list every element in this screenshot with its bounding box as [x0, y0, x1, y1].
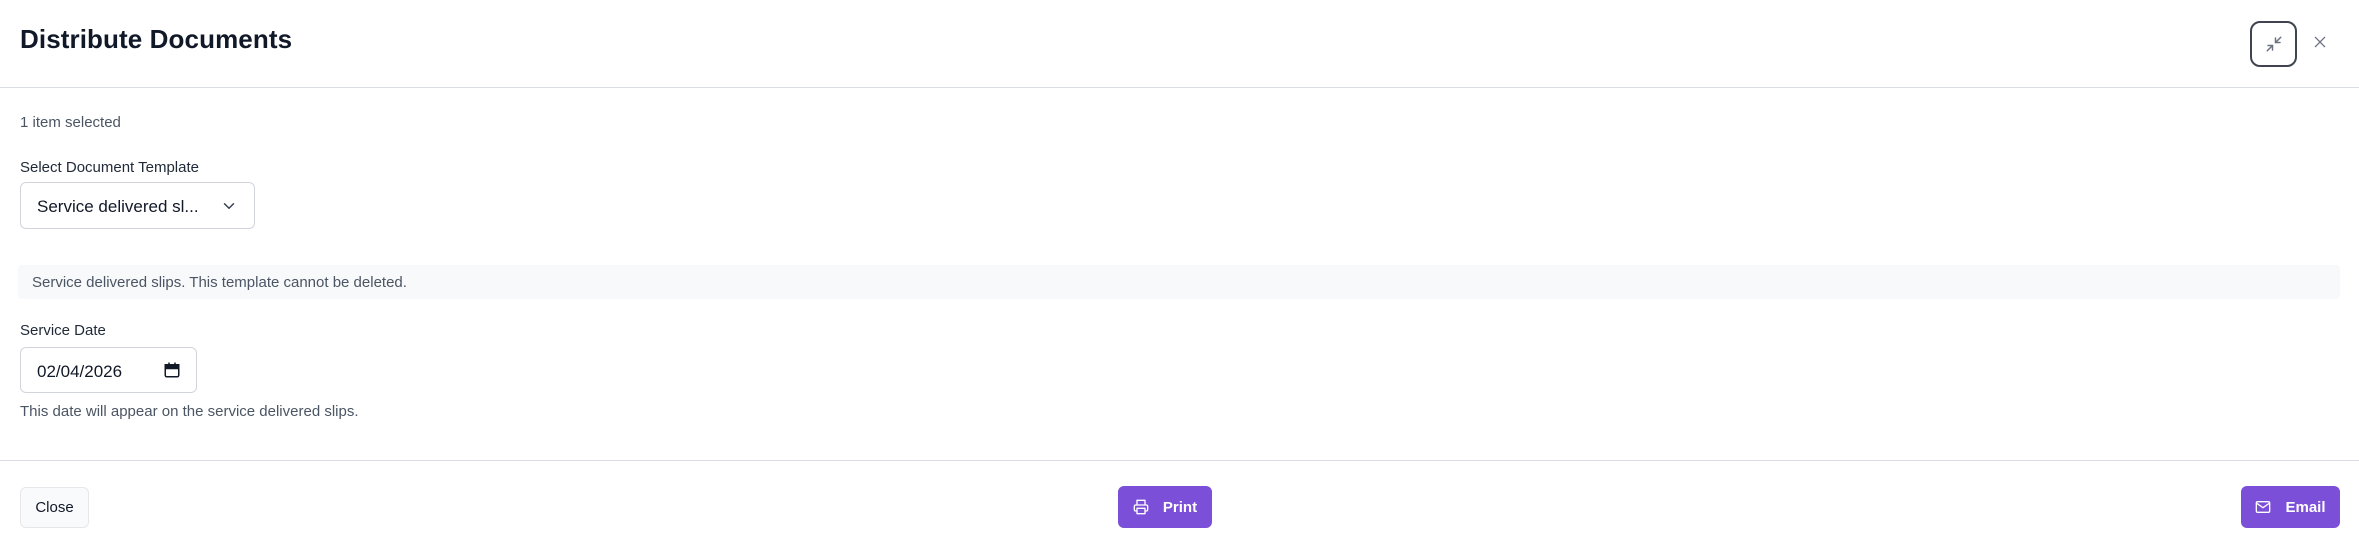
service-date-input[interactable]: 02/04/2026 [20, 347, 197, 393]
print-button[interactable]: Print [1118, 486, 1212, 528]
close-icon [2314, 36, 2326, 48]
printer-icon [1133, 499, 1149, 515]
close-dialog-button[interactable] [2307, 29, 2333, 55]
service-date-help: This date will appear on the service del… [20, 403, 359, 420]
mail-icon [2256, 501, 2271, 513]
print-button-label: Print [1162, 498, 1198, 516]
dialog-header: Distribute Documents [0, 0, 2359, 88]
dialog-footer: Close Print Email [0, 460, 2359, 551]
template-label: Select Document Template [20, 159, 199, 176]
chevron-down-icon [223, 203, 235, 209]
minimize-button[interactable] [2250, 21, 2297, 67]
distribute-documents-dialog: Distribute Documents 1 item selected Sel… [0, 0, 2359, 551]
selected-count: 1 item selected [20, 114, 121, 131]
close-button[interactable]: Close [20, 487, 89, 528]
minimize-icon [2266, 36, 2281, 52]
template-note-text: Service delivered slips. This template c… [32, 274, 407, 291]
service-date-label: Service Date [20, 322, 106, 339]
calendar-icon[interactable] [163, 361, 181, 379]
service-date-value: 02/04/2026 [37, 362, 123, 381]
email-button-label: Email [2285, 498, 2326, 516]
dialog-title: Distribute Documents [20, 24, 293, 54]
template-select[interactable]: Service delivered sl... [20, 182, 255, 229]
email-button[interactable]: Email [2241, 486, 2340, 528]
template-note: Service delivered slips. This template c… [18, 265, 2340, 299]
template-select-value: Service delivered sl... [37, 197, 199, 216]
